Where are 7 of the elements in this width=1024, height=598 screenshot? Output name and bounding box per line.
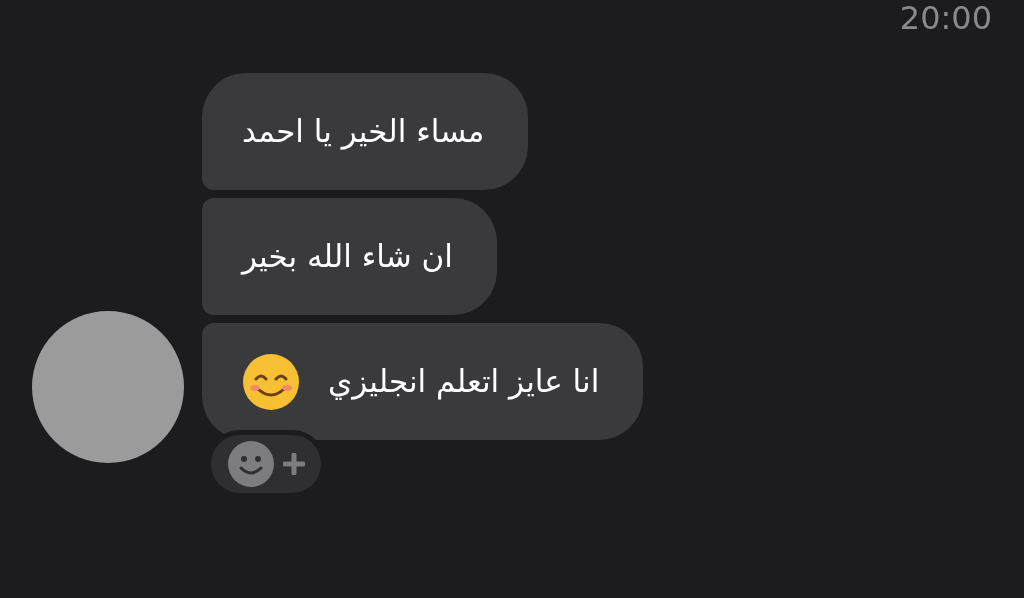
smiley-icon [227,440,275,488]
message-time: 20:00 [899,2,992,34]
message-text: مساء الخير يا احمد [242,112,485,152]
smiling-face-icon [242,352,300,411]
plus-icon [283,453,305,475]
message-text: انا عايز اتعلم انجليزي [328,362,600,402]
message-text: ان شاء الله بخير [242,237,453,277]
